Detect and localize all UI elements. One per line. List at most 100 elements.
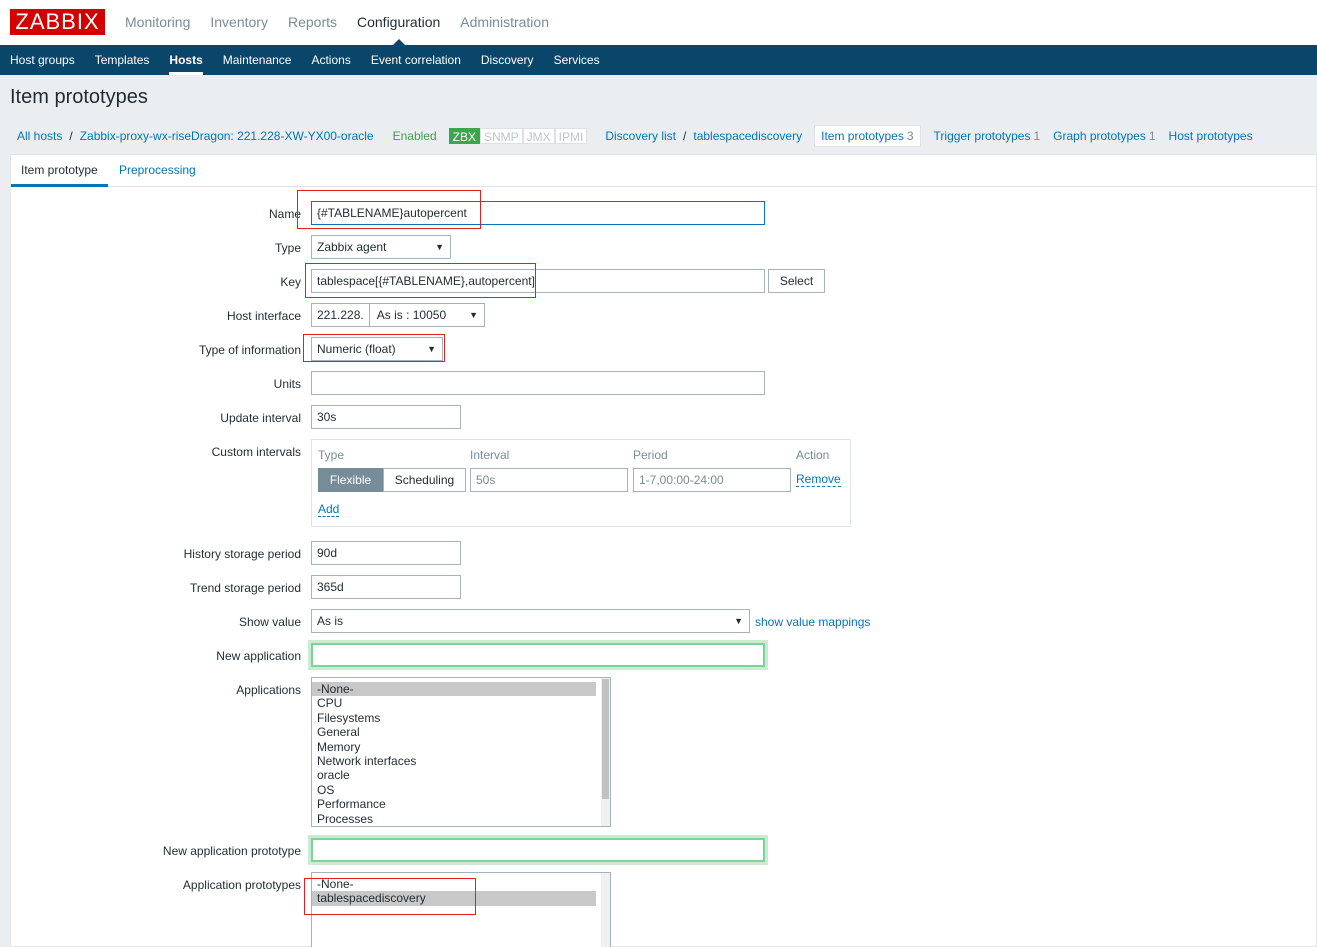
highlight-box — [297, 190, 481, 229]
applications-listbox[interactable]: -None- CPU Filesystems General Memory Ne… — [311, 677, 611, 827]
application-option[interactable]: Filesystems — [312, 711, 610, 725]
breadcrumb: All hosts / Zabbix-proxy-wx-riseDragon: … — [10, 118, 1317, 154]
name-label: Name — [268, 207, 301, 221]
application-option[interactable]: Processes — [312, 812, 610, 826]
breadcrumb-host[interactable]: Zabbix-proxy-wx-riseDragon: 221.228-XW-Y… — [80, 129, 374, 143]
submenu-hosts[interactable]: Hosts — [169, 45, 204, 75]
host-status[interactable]: Enabled — [393, 129, 437, 143]
application-option[interactable]: General — [312, 725, 610, 739]
breadcrumb-all-hosts[interactable]: All hosts — [17, 129, 62, 143]
highlight-box — [303, 334, 445, 362]
scrollbar-thumb[interactable] — [602, 679, 609, 799]
trend-input[interactable]: 365d — [311, 575, 461, 599]
menu-inventory[interactable]: Inventory — [210, 0, 268, 45]
type-label: Type — [274, 241, 301, 255]
ci-flexible-button[interactable]: Flexible — [318, 468, 383, 492]
key-label: Key — [280, 275, 301, 289]
host-interface-mode: As is — [376, 308, 403, 322]
application-option[interactable]: Network interfaces — [312, 754, 610, 768]
new-app-prototype-input[interactable] — [311, 838, 765, 862]
divider — [369, 304, 371, 326]
units-input[interactable] — [311, 371, 765, 395]
ci-header-interval: Interval — [470, 448, 510, 462]
ci-remove-link[interactable]: Remove — [796, 472, 841, 487]
submenu-maintenance[interactable]: Maintenance — [223, 45, 292, 75]
ci-header-type: Type — [318, 448, 345, 462]
highlight-box — [304, 878, 476, 915]
history-input[interactable]: 90d — [311, 541, 461, 565]
tab-host-prototypes[interactable]: Host prototypes — [1169, 129, 1253, 143]
custom-intervals-table: Type Interval Period Action Flexible Sch… — [311, 439, 851, 527]
item-prototypes-count: 3 — [906, 129, 914, 143]
submenu-event-correlation[interactable]: Event correlation — [371, 45, 461, 75]
new-application-label: New application — [216, 649, 301, 663]
page-title: Item prototypes — [10, 86, 148, 108]
menu-configuration[interactable]: Configuration — [357, 0, 440, 45]
submenu-actions[interactable]: Actions — [311, 45, 350, 75]
availability-ipmi: IPMI — [554, 128, 588, 144]
sub-menu: Host groups Templates Hosts Maintenance … — [0, 45, 1317, 75]
breadcrumb-discovery-rule[interactable]: tablespacediscovery — [693, 129, 802, 143]
show-value-label: Show value — [238, 615, 301, 629]
application-option[interactable]: OS — [312, 783, 610, 797]
tab-trigger-prototypes[interactable]: Trigger prototypes 1 — [934, 129, 1041, 143]
tab-item-prototypes[interactable]: Item prototypes 3 — [814, 125, 921, 147]
new-application-input[interactable] — [311, 643, 765, 667]
menu-administration[interactable]: Administration — [460, 0, 549, 45]
trigger-prototypes-count: 1 — [1033, 129, 1041, 143]
host-interface-label: Host interface — [226, 309, 301, 323]
application-option[interactable]: oracle — [312, 768, 610, 782]
tab-item-prototypes-label: Item prototypes — [821, 129, 904, 143]
applications-label: Applications — [236, 683, 301, 697]
tab-graph-prototypes[interactable]: Graph prototypes 1 — [1053, 129, 1155, 143]
submenu-host-groups[interactable]: Host groups — [10, 45, 75, 75]
trend-label: Trend storage period — [190, 581, 301, 595]
update-interval-label: Update interval — [220, 411, 301, 425]
main-menu: Monitoring Inventory Reports Configurati… — [125, 0, 569, 45]
menu-reports[interactable]: Reports — [288, 0, 337, 45]
show-value-mappings-link[interactable]: show value mappings — [755, 615, 870, 629]
submenu-services[interactable]: Services — [554, 45, 600, 75]
application-option[interactable]: CPU — [312, 696, 610, 710]
submenu-templates[interactable]: Templates — [95, 45, 150, 75]
ci-add-link[interactable]: Add — [318, 502, 340, 517]
host-interface-select[interactable]: 221.228. As is : 10050 — [311, 303, 485, 327]
submenu-discovery[interactable]: Discovery — [481, 45, 534, 75]
breadcrumb-discovery-list[interactable]: Discovery list — [605, 129, 676, 143]
graph-prototypes-count: 1 — [1148, 129, 1156, 143]
ci-scheduling-button[interactable]: Scheduling — [383, 468, 466, 492]
application-option[interactable]: -None- — [312, 682, 596, 697]
update-interval-input[interactable]: 30s — [311, 405, 461, 429]
header: ZABBIX Monitoring Inventory Reports Conf… — [0, 0, 1317, 45]
tab-trigger-prototypes-label: Trigger prototypes — [933, 129, 1031, 143]
type-of-info-label: Type of information — [198, 343, 301, 357]
app-prototypes-label: Application prototypes — [182, 878, 301, 892]
new-app-prototype-label: New application prototype — [162, 844, 301, 858]
app-prototypes-scrollbar[interactable] — [601, 873, 610, 947]
tab-preprocessing[interactable]: Preprocessing — [109, 155, 206, 187]
show-value-select[interactable]: As is — [311, 609, 750, 633]
item-prototype-form: Item prototype Preprocessing Name {#TABL… — [10, 154, 1317, 947]
form-tabs: Item prototype Preprocessing — [11, 155, 1317, 187]
applications-scrollbar[interactable] — [601, 678, 610, 826]
ci-interval-input[interactable]: 50s — [470, 468, 628, 492]
history-label: History storage period — [183, 547, 301, 561]
host-interface-ip: 221.228. — [317, 308, 364, 322]
host-interface-port: : 10050 — [406, 308, 447, 322]
application-option[interactable]: Memory — [312, 740, 610, 754]
breadcrumb-separator: / — [683, 129, 687, 143]
application-option[interactable]: Performance — [312, 797, 610, 811]
type-select[interactable]: Zabbix agent — [311, 235, 451, 259]
ci-header-action: Action — [796, 448, 830, 462]
ci-header-period: Period — [633, 448, 668, 462]
menu-monitoring[interactable]: Monitoring — [125, 0, 190, 45]
availability-snmp: SNMP — [480, 128, 523, 144]
tab-item-prototype[interactable]: Item prototype — [11, 155, 108, 187]
zabbix-logo[interactable]: ZABBIX — [10, 9, 105, 35]
breadcrumb-separator: / — [69, 129, 73, 143]
tab-graph-prototypes-label: Graph prototypes — [1053, 129, 1146, 143]
select-key-button[interactable]: Select — [768, 269, 825, 293]
custom-intervals-label: Custom intervals — [211, 445, 301, 459]
ci-period-input[interactable]: 1-7,00:00-24:00 — [633, 468, 791, 492]
highlight-box — [305, 263, 536, 298]
